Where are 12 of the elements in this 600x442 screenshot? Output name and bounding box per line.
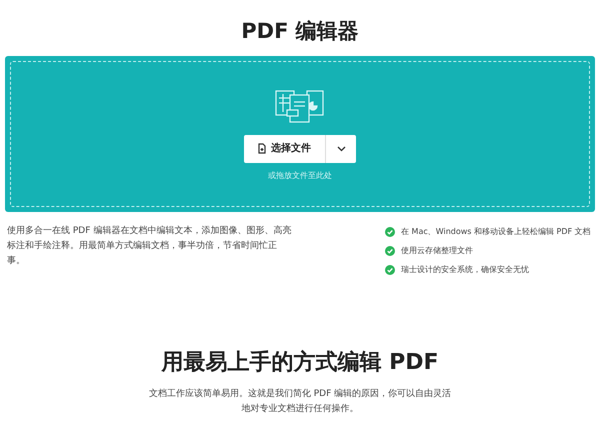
feature-text: 在 Mac、Windows 和移动设备上轻松编辑 PDF 文档 <box>401 226 591 238</box>
section-text: 文档工作应该简单易用。这就是我们简化 PDF 编辑的原因，你可以自由灵活地对专业文档进行任何操作。 <box>148 388 452 416</box>
feature-text: 使用云存储整理文件 <box>401 244 473 256</box>
drop-zone[interactable]: 选择文件 或拖放文件至此处 <box>5 56 595 212</box>
page-title: PDF 编辑器 <box>241 18 359 45</box>
description: 使用多合一在线 PDF 编辑器在文档中编辑文本，添加图像、图形、高亮标注和手绘注释。用最简单方式编辑文档，事半功倍，节省时间忙正事。 <box>7 224 292 268</box>
section-heading: 用最易上手的方式编辑 PDF <box>161 348 439 376</box>
documents-icon <box>275 88 325 124</box>
file-icon <box>258 143 266 154</box>
feature-text: 瑞士设计的安全系统，确保安全无忧 <box>401 264 529 276</box>
drop-hint: 或拖放文件至此处 <box>268 170 332 182</box>
chevron-down-icon <box>336 146 346 152</box>
